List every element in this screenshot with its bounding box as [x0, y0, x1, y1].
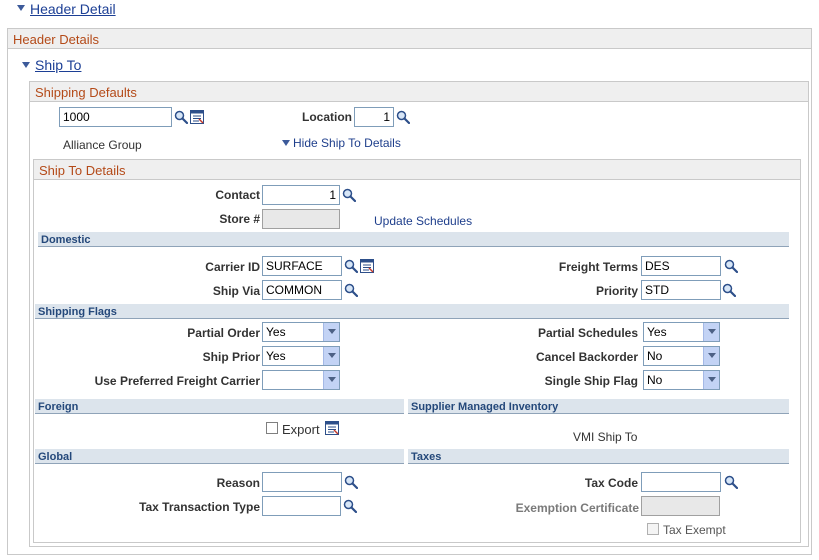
partial-order-label: Partial Order: [187, 326, 260, 340]
search-icon[interactable]: [396, 110, 410, 124]
foreign-header: Foreign: [35, 399, 404, 414]
ship-to-link[interactable]: Ship To: [35, 57, 81, 73]
chevron-down-icon[interactable]: [703, 371, 719, 389]
search-icon[interactable]: [342, 188, 356, 202]
ship-to-details-title: Ship To Details: [34, 160, 800, 180]
cancel-backorder-label: Cancel Backorder: [535, 350, 638, 364]
partial-schedules-label: Partial Schedules: [537, 326, 638, 340]
priority-input[interactable]: [641, 280, 721, 300]
ship-via-label: Ship Via: [212, 284, 260, 298]
vmi-ship-to-label: VMI Ship To: [573, 430, 638, 444]
ship-prior-label: Ship Prior: [202, 350, 260, 364]
partial-order-select[interactable]: Yes: [262, 322, 340, 342]
hide-ship-to-details-link[interactable]: Hide Ship To Details: [293, 136, 401, 150]
ship-to-id-input[interactable]: [59, 107, 172, 127]
tax-transaction-type-input[interactable]: [262, 496, 341, 516]
single-ship-flag-select[interactable]: No: [643, 370, 720, 390]
smi-header: Supplier Managed Inventory: [408, 399, 789, 414]
search-icon[interactable]: [724, 259, 738, 273]
contact-input[interactable]: [262, 185, 340, 205]
search-icon[interactable]: [344, 475, 358, 489]
tax-exempt-checkbox: [647, 523, 659, 535]
collapse-triangle-icon[interactable]: [17, 5, 25, 11]
single-ship-flag-label: Single Ship Flag: [544, 374, 638, 388]
global-header: Global: [35, 449, 404, 464]
store-label: Store #: [219, 212, 260, 226]
contact-label: Contact: [215, 188, 260, 202]
partial-schedules-select[interactable]: Yes: [643, 322, 720, 342]
exemption-certificate-input: [641, 496, 720, 516]
priority-label: Priority: [595, 284, 638, 298]
update-schedules-link[interactable]: Update Schedules: [374, 214, 472, 228]
chevron-down-icon[interactable]: [323, 371, 339, 389]
ship-prior-select[interactable]: Yes: [262, 346, 340, 366]
reason-label: Reason: [216, 476, 260, 490]
detail-page-icon[interactable]: [360, 259, 374, 273]
export-checkbox[interactable]: [266, 422, 278, 434]
carrier-id-label: Carrier ID: [205, 260, 260, 274]
freight-terms-label: Freight Terms: [558, 260, 638, 274]
chevron-down-icon[interactable]: [323, 347, 339, 365]
header-details-title: Header Details: [8, 29, 811, 49]
domestic-header: Domestic: [38, 232, 789, 247]
reason-input[interactable]: [262, 472, 342, 492]
ship-to-description: Alliance Group: [63, 138, 142, 152]
tax-transaction-type-label: Tax Transaction Type: [139, 500, 260, 514]
search-icon[interactable]: [344, 259, 358, 273]
taxes-header: Taxes: [408, 449, 789, 464]
carrier-id-input[interactable]: [262, 256, 342, 276]
search-icon[interactable]: [174, 110, 188, 124]
shipping-defaults-title: Shipping Defaults: [30, 82, 808, 102]
search-icon[interactable]: [344, 283, 358, 297]
search-icon[interactable]: [722, 283, 736, 297]
expand-triangle-icon[interactable]: [282, 140, 290, 146]
cancel-backorder-select[interactable]: No: [643, 346, 720, 366]
chevron-down-icon[interactable]: [703, 347, 719, 365]
preferred-freight-label: Use Preferred Freight Carrier: [94, 374, 260, 388]
shipping-flags-header: Shipping Flags: [35, 304, 789, 319]
header-detail-link[interactable]: Header Detail: [30, 1, 116, 17]
store-input: [262, 209, 340, 229]
chevron-down-icon[interactable]: [703, 323, 719, 341]
preferred-freight-select[interactable]: [262, 370, 340, 390]
exemption-certificate-label: Exemption Certificate: [515, 501, 639, 515]
chevron-down-icon[interactable]: [323, 323, 339, 341]
freight-terms-input[interactable]: [641, 256, 721, 276]
ship-via-input[interactable]: [262, 280, 342, 300]
detail-page-icon[interactable]: [190, 110, 204, 124]
tax-code-input[interactable]: [641, 472, 721, 492]
search-icon[interactable]: [724, 475, 738, 489]
detail-page-icon[interactable]: [325, 421, 339, 435]
collapse-triangle-icon[interactable]: [22, 62, 30, 68]
search-icon[interactable]: [343, 499, 357, 513]
location-input[interactable]: [354, 107, 394, 127]
tax-exempt-label: Tax Exempt: [663, 523, 726, 537]
location-label: Location: [302, 110, 352, 124]
tax-code-label: Tax Code: [584, 476, 638, 490]
export-label: Export: [282, 422, 320, 437]
